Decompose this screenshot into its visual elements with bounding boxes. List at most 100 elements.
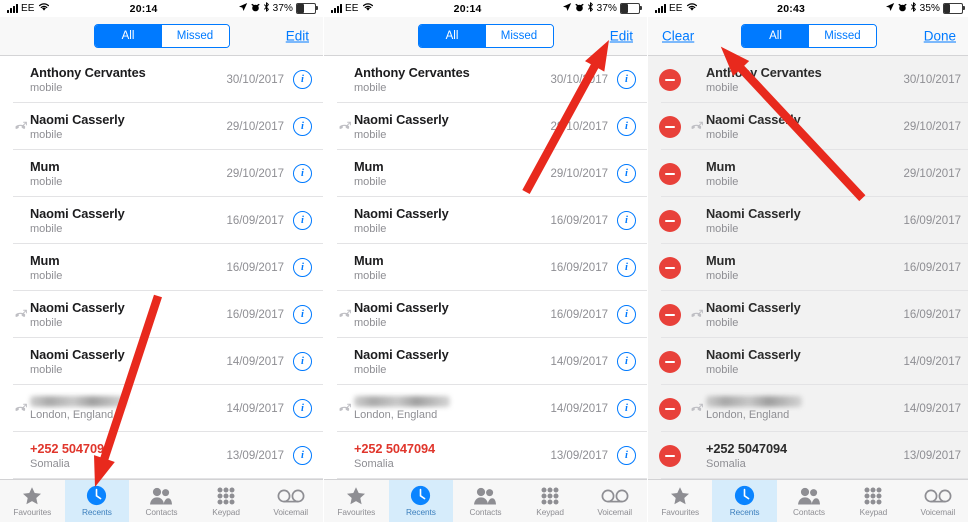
call-list-row[interactable]: London, England 14/09/2017 (648, 385, 968, 432)
call-list-row[interactable]: Mum mobile 16/09/2017 (648, 244, 968, 291)
tab-keypad[interactable]: Keypad (518, 480, 583, 522)
tab-voicemail[interactable]: Voicemail (258, 480, 323, 522)
edit-button[interactable]: Edit (610, 29, 633, 44)
call-list-row[interactable]: Mum mobile 16/09/2017 i (324, 244, 647, 291)
info-button[interactable]: i (293, 399, 312, 418)
call-list-row[interactable]: Anthony Cervantes mobile 30/10/2017 i (0, 56, 323, 103)
call-list-row[interactable]: Mum mobile 16/09/2017 i (0, 244, 323, 291)
info-button[interactable]: i (617, 211, 636, 230)
info-button[interactable]: i (293, 164, 312, 183)
call-date: 16/09/2017 (226, 261, 284, 274)
caller-subtitle: mobile (706, 82, 739, 94)
segment-all[interactable]: All (94, 25, 162, 47)
delete-row-button[interactable] (659, 68, 681, 91)
call-list-row[interactable]: Naomi Casserly mobile 14/09/2017 i (324, 338, 647, 385)
delete-row-button[interactable] (659, 350, 681, 373)
done-button[interactable]: Done (924, 29, 956, 44)
tab-voicemail[interactable]: Voicemail (906, 480, 968, 522)
segment-all[interactable]: All (418, 25, 486, 47)
delete-row-button[interactable] (659, 209, 681, 232)
tab-voicemail[interactable]: Voicemail (582, 480, 647, 522)
call-list-row[interactable]: Naomi Casserly mobile 16/09/2017 i (0, 197, 323, 244)
info-button[interactable]: i (293, 352, 312, 371)
call-list-row[interactable]: Naomi Casserly mobile 16/09/2017 (648, 291, 968, 338)
call-list-row[interactable]: London, England 14/09/2017 i (0, 385, 323, 432)
segment-missed[interactable]: Missed (161, 25, 229, 47)
tab-favourites[interactable]: Favourites (324, 480, 389, 522)
tab-recents[interactable]: Recents (388, 480, 454, 522)
call-list-row[interactable]: Anthony Cervantes mobile 30/10/2017 i (324, 56, 647, 103)
info-button[interactable]: i (617, 305, 636, 324)
filter-segmented-control[interactable]: All Missed (741, 24, 877, 48)
tab-keypad[interactable]: Keypad (194, 480, 259, 522)
clock-label: 20:43 (777, 2, 806, 15)
info-button[interactable]: i (617, 352, 636, 371)
call-list-row[interactable]: +252 5047094 Somalia 13/09/2017 i (324, 432, 647, 479)
segment-all[interactable]: All (742, 25, 809, 47)
info-button[interactable]: i (617, 117, 636, 136)
tab-contacts[interactable]: Contacts (129, 480, 194, 522)
tab-favourites[interactable]: Favourites (648, 480, 712, 522)
call-date: 16/09/2017 (903, 261, 961, 274)
tab-label: Voicemail (920, 507, 956, 517)
delete-row-button[interactable] (659, 397, 681, 420)
info-button[interactable]: i (293, 211, 312, 230)
info-button[interactable]: i (617, 258, 636, 277)
info-button[interactable]: i (617, 164, 636, 183)
call-list-row[interactable]: Mum mobile 29/10/2017 (648, 150, 968, 197)
call-date: 14/09/2017 (550, 355, 608, 368)
call-list-row[interactable]: Naomi Casserly mobile 29/10/2017 i (324, 103, 647, 150)
call-list-row[interactable]: +252 5047094 Somalia 13/09/2017 (648, 432, 968, 479)
delete-row-button[interactable] (659, 115, 681, 138)
call-date: 16/09/2017 (550, 308, 608, 321)
info-button[interactable]: i (617, 446, 636, 465)
info-button[interactable]: i (617, 399, 636, 418)
call-date: 29/10/2017 (226, 167, 284, 180)
delete-row-button[interactable] (659, 444, 681, 467)
delete-row-button[interactable] (659, 303, 681, 326)
call-list-row[interactable]: Naomi Casserly mobile 16/09/2017 i (324, 197, 647, 244)
filter-segmented-control[interactable]: All Missed (417, 24, 554, 48)
clock-icon (86, 485, 107, 506)
tab-recents[interactable]: Recents (712, 480, 777, 522)
info-button[interactable]: i (293, 70, 312, 89)
status-bar-right: 35% (885, 2, 965, 15)
call-list-row[interactable]: Naomi Casserly mobile 29/10/2017 (648, 103, 968, 150)
segment-missed[interactable]: Missed (809, 25, 876, 47)
call-list-row[interactable]: Naomi Casserly mobile 14/09/2017 i (0, 338, 323, 385)
edit-button[interactable]: Edit (286, 29, 309, 44)
caller-subtitle: mobile (354, 176, 387, 188)
missed-call-icon (689, 403, 703, 415)
call-list-row[interactable]: Mum mobile 29/10/2017 i (324, 150, 647, 197)
info-button[interactable]: i (293, 305, 312, 324)
info-button[interactable]: i (293, 117, 312, 136)
call-list-row[interactable]: Naomi Casserly mobile 16/09/2017 (648, 197, 968, 244)
alarm-icon (898, 3, 907, 15)
tab-label: Recents (406, 507, 436, 517)
segment-missed[interactable]: Missed (485, 25, 553, 47)
call-list-row[interactable]: Naomi Casserly mobile 29/10/2017 i (0, 103, 323, 150)
filter-segmented-control[interactable]: All Missed (93, 24, 230, 48)
delete-row-button[interactable] (659, 256, 681, 279)
call-row-text: London, England (30, 396, 226, 421)
battery-percent-label: 37% (596, 3, 617, 14)
info-button[interactable]: i (617, 70, 636, 89)
info-button[interactable]: i (293, 258, 312, 277)
call-list-row[interactable]: London, England 14/09/2017 i (324, 385, 647, 432)
call-list-row[interactable]: Mum mobile 29/10/2017 i (0, 150, 323, 197)
delete-row-button[interactable] (659, 162, 681, 185)
call-list-row[interactable]: +252 5047094 Somalia 13/09/2017 i (0, 432, 323, 479)
info-button[interactable]: i (293, 446, 312, 465)
minus-icon (665, 78, 675, 81)
carrier-label: EE (21, 3, 35, 14)
tab-recents[interactable]: Recents (64, 480, 130, 522)
tab-keypad[interactable]: Keypad (841, 480, 905, 522)
call-list-row[interactable]: Anthony Cervantes mobile 30/10/2017 (648, 56, 968, 103)
tab-contacts[interactable]: Contacts (453, 480, 518, 522)
call-list-row[interactable]: Naomi Casserly mobile 14/09/2017 (648, 338, 968, 385)
call-list-row[interactable]: Naomi Casserly mobile 16/09/2017 i (324, 291, 647, 338)
call-list-row[interactable]: Naomi Casserly mobile 16/09/2017 i (0, 291, 323, 338)
tab-contacts[interactable]: Contacts (777, 480, 841, 522)
tab-favourites[interactable]: Favourites (0, 480, 65, 522)
clear-button[interactable]: Clear (662, 29, 694, 44)
